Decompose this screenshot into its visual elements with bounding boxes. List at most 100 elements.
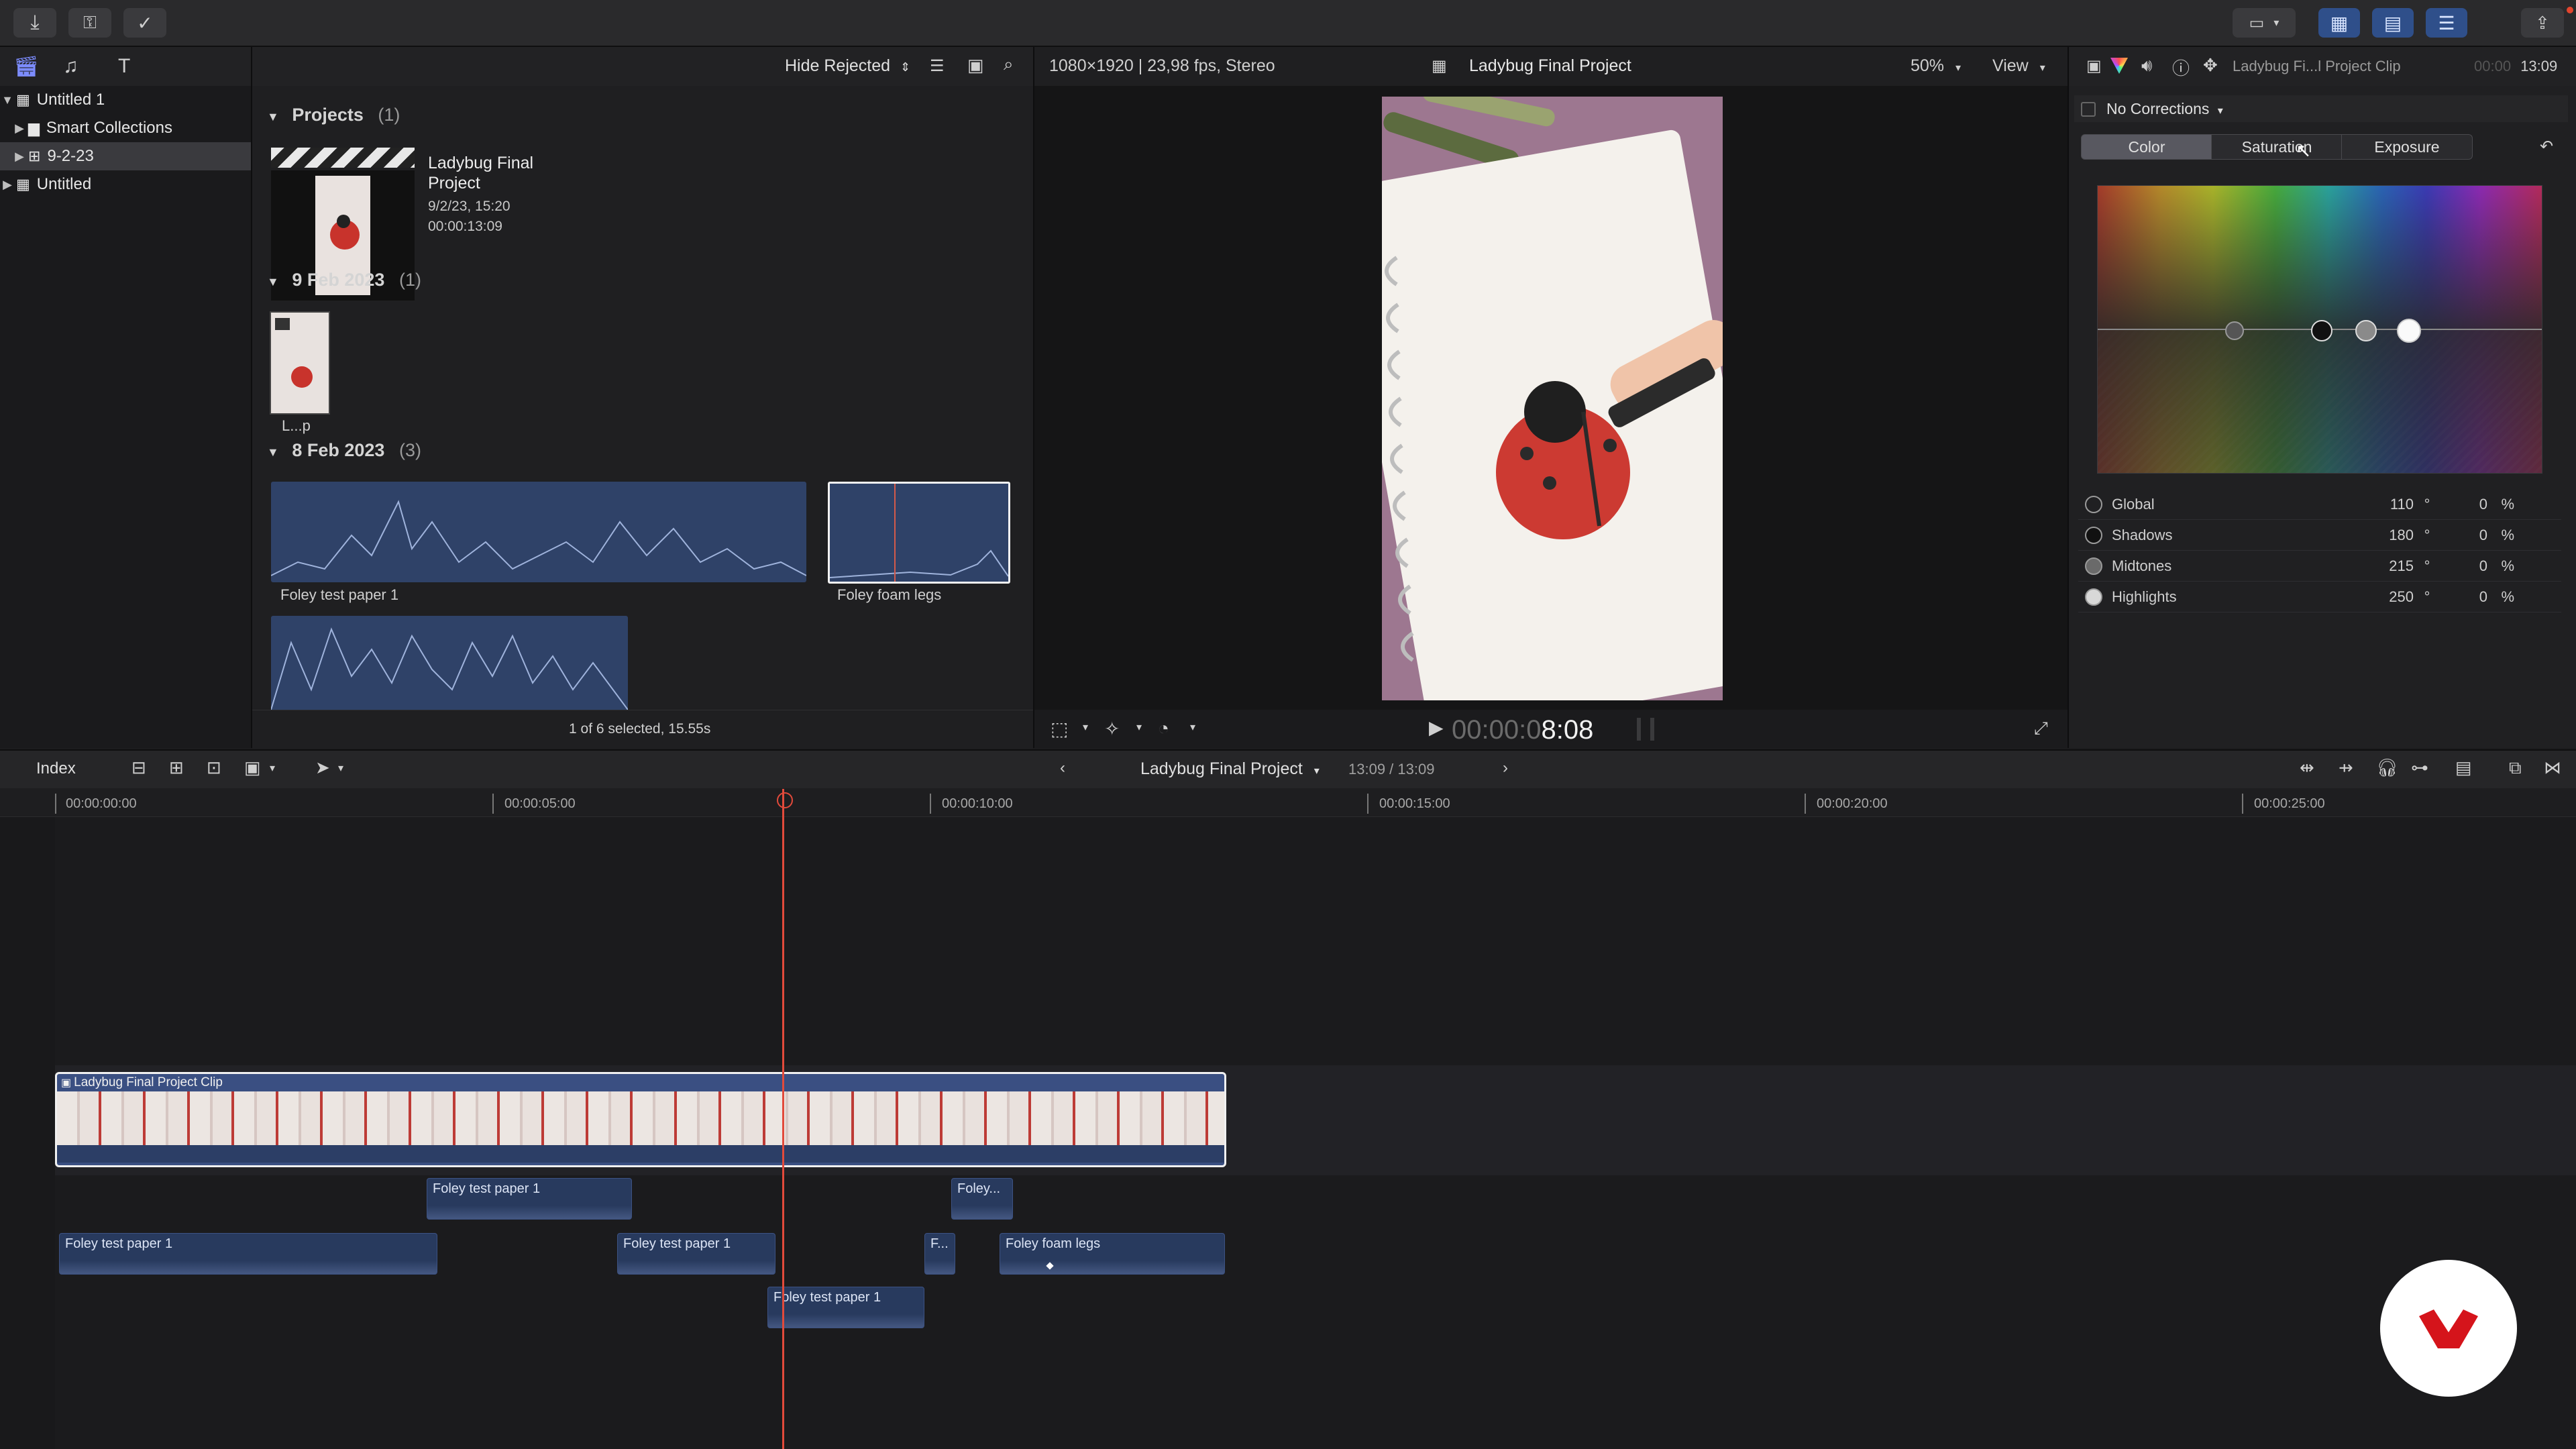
clip-appearance-icon[interactable]: ▤ <box>2455 757 2472 778</box>
timeline-ruler[interactable]: 00:00:00:00 00:00:05:00 00:00:10:00 00:0… <box>0 788 2576 817</box>
audio-clip-thumbnail-selected[interactable] <box>828 482 1010 584</box>
shadows-puck[interactable] <box>2311 320 2332 341</box>
percent-value[interactable]: 0 <box>2440 527 2487 544</box>
chevron-down-icon[interactable]: ▾ <box>1083 720 1088 734</box>
audio-clip[interactable]: Foley... <box>951 1178 1013 1220</box>
info-icon[interactable]: ⓘ <box>2172 55 2190 80</box>
disclosure-triangle-icon[interactable]: ▼ <box>0 93 15 107</box>
select-tool-icon[interactable]: ➤ <box>315 757 330 778</box>
color-board-icon[interactable] <box>2110 58 2128 74</box>
retime-icon[interactable]: ◔ <box>1158 718 1169 739</box>
audio-clip-thumbnail[interactable] <box>271 616 628 714</box>
tab-exposure[interactable]: Exposure <box>2341 134 2473 160</box>
percent-value[interactable]: 0 <box>2440 588 2487 606</box>
date-section-header[interactable]: ▼ 9 Feb 2023 (1) <box>267 270 421 290</box>
sidebar-item-untitled[interactable]: ▶ ▦ Untitled <box>0 170 251 199</box>
inspector-toggle-button[interactable]: ☰ <box>2426 8 2467 38</box>
zoom-popup[interactable]: 50% ▾ <box>1911 56 1961 76</box>
titles-generators-icon[interactable]: T <box>118 55 130 78</box>
angle-value[interactable]: 250 <box>2367 588 2414 606</box>
headphones-icon[interactable]: 🎧︎ <box>2376 757 2398 778</box>
overwrite-clip-icon[interactable]: ▣ <box>244 757 261 778</box>
disclosure-triangle-icon[interactable]: ▼ <box>267 445 279 459</box>
angle-value[interactable]: 180 <box>2367 527 2414 544</box>
playhead-handle[interactable] <box>777 792 793 808</box>
import-button[interactable]: ⤓ <box>13 8 56 38</box>
sidebar-item-event-9-2-23[interactable]: ▶ ⊞ 9-2-23 <box>0 142 251 170</box>
chevron-down-icon[interactable]: ▾ <box>1136 720 1142 734</box>
audio-clip[interactable]: Foley test paper 1 <box>59 1233 437 1275</box>
index-button[interactable]: Index <box>36 759 76 778</box>
append-clip-icon[interactable]: ⊡ <box>207 757 221 778</box>
insert-clip-icon[interactable]: ⊞ <box>169 757 184 778</box>
disclosure-triangle-icon[interactable]: ▼ <box>267 275 279 288</box>
sidebar-item-untitled-1[interactable]: ▼ ▦ Untitled 1 <box>0 86 251 114</box>
transitions-browser-icon[interactable]: ⋈ <box>2544 757 2561 778</box>
filter-popup[interactable]: Hide Rejected ⇕ <box>785 56 910 76</box>
clip-appearance-icon[interactable]: ☰ <box>930 56 945 76</box>
search-icon[interactable]: ⌕ <box>1004 54 1014 75</box>
timeline-project-popup[interactable]: Ladybug Final Project ▾ <box>1140 759 1320 779</box>
workspace-button[interactable]: ▭ ▾ <box>2233 8 2296 38</box>
keyword-button[interactable]: ⚿ <box>68 8 111 38</box>
percent-value[interactable]: 0 <box>2440 496 2487 513</box>
chevron-down-icon[interactable]: ▾ <box>270 761 275 775</box>
playhead[interactable] <box>782 789 784 1449</box>
fullscreen-icon[interactable]: ⤢ <box>2034 718 2048 739</box>
audio-clip-thumbnail[interactable] <box>271 482 806 582</box>
forward-arrow-icon[interactable]: › <box>1503 759 1508 777</box>
audio-clip[interactable]: Foley test paper 1 <box>767 1287 924 1328</box>
corrections-popup[interactable]: No Corrections ▾ <box>2106 100 2223 118</box>
share-button[interactable]: ⇪ <box>2521 8 2564 38</box>
timeline-toggle-button[interactable]: ▤ <box>2372 8 2414 38</box>
view-menu[interactable]: View ▾ <box>1992 56 2045 76</box>
skimming-icon[interactable]: ⇹ <box>2300 757 2314 778</box>
global-puck[interactable] <box>2225 321 2244 340</box>
midtones-puck[interactable] <box>2355 320 2377 341</box>
audio-clip[interactable]: Foley test paper 1 <box>617 1233 775 1275</box>
audio-clip[interactable]: Foley foam legs <box>1000 1233 1225 1275</box>
play-icon[interactable]: ▶ <box>1429 716 1444 739</box>
percent-value[interactable]: 0 <box>2440 557 2487 575</box>
highlights-knob-icon[interactable] <box>2085 588 2102 606</box>
reset-icon[interactable]: ↶ <box>2540 137 2553 156</box>
highlights-puck[interactable] <box>2397 319 2421 343</box>
browser-toggle-button[interactable]: ▦ <box>2318 8 2360 38</box>
disclosure-triangle-icon[interactable]: ▶ <box>12 150 27 164</box>
tab-saturation[interactable]: Saturation <box>2211 134 2343 160</box>
chevron-down-icon[interactable]: ▾ <box>338 761 343 775</box>
disclosure-triangle-icon[interactable]: ▼ <box>267 110 279 123</box>
connect-clip-icon[interactable]: ⊟ <box>131 757 146 778</box>
disclosure-triangle-icon[interactable]: ▶ <box>12 121 27 136</box>
speaker-icon[interactable]: 🔊︎ <box>2141 55 2152 76</box>
photos-audio-icon[interactable]: ♫ <box>63 55 78 78</box>
effects-browser-icon[interactable]: ⧉ <box>2509 757 2522 779</box>
date-section-header[interactable]: ▼ 8 Feb 2023 (3) <box>267 440 421 461</box>
clip-thumbnail[interactable] <box>270 311 330 415</box>
primary-video-clip[interactable]: ▣ Ladybug Final Project Clip <box>55 1072 1226 1167</box>
background-tasks-button[interactable]: ✓ <box>123 8 166 38</box>
disclosure-triangle-icon[interactable]: ▶ <box>0 178 15 192</box>
shadows-knob-icon[interactable] <box>2085 527 2102 544</box>
global-knob-icon[interactable] <box>2085 496 2102 513</box>
tab-color[interactable]: Color <box>2081 134 2212 160</box>
audio-skimming-icon[interactable]: ⇸ <box>2339 757 2353 778</box>
enhance-wand-icon[interactable]: ✧ <box>1104 718 1120 740</box>
projects-section-header[interactable]: ▼ Projects (1) <box>267 105 400 125</box>
libraries-icon[interactable]: 🎬︎ <box>13 55 39 78</box>
audio-clip[interactable]: F... <box>924 1233 955 1275</box>
timeline-area[interactable]: ▣ Ladybug Final Project Clip Foley test p… <box>0 789 2576 1449</box>
share-arrows-icon[interactable]: ✥ <box>2203 55 2218 76</box>
film-icon[interactable]: ▣ <box>2086 56 2102 76</box>
transform-icon[interactable]: ⬚ <box>1051 718 1068 740</box>
snapping-icon[interactable]: ⊶ <box>2411 757 2428 778</box>
sidebar-item-smart-collections[interactable]: ▶ ▆ Smart Collections <box>0 114 251 142</box>
filmstrip-icon[interactable]: ▣ <box>967 55 984 76</box>
angle-value[interactable]: 215 <box>2367 557 2414 575</box>
audio-clip[interactable]: Foley test paper 1 <box>427 1178 632 1220</box>
chevron-down-icon[interactable]: ▾ <box>1190 720 1195 734</box>
midtones-knob-icon[interactable] <box>2085 557 2102 575</box>
color-board[interactable] <box>2097 185 2542 474</box>
enable-checkbox[interactable] <box>2081 102 2096 117</box>
angle-value[interactable]: 110 <box>2367 496 2414 513</box>
